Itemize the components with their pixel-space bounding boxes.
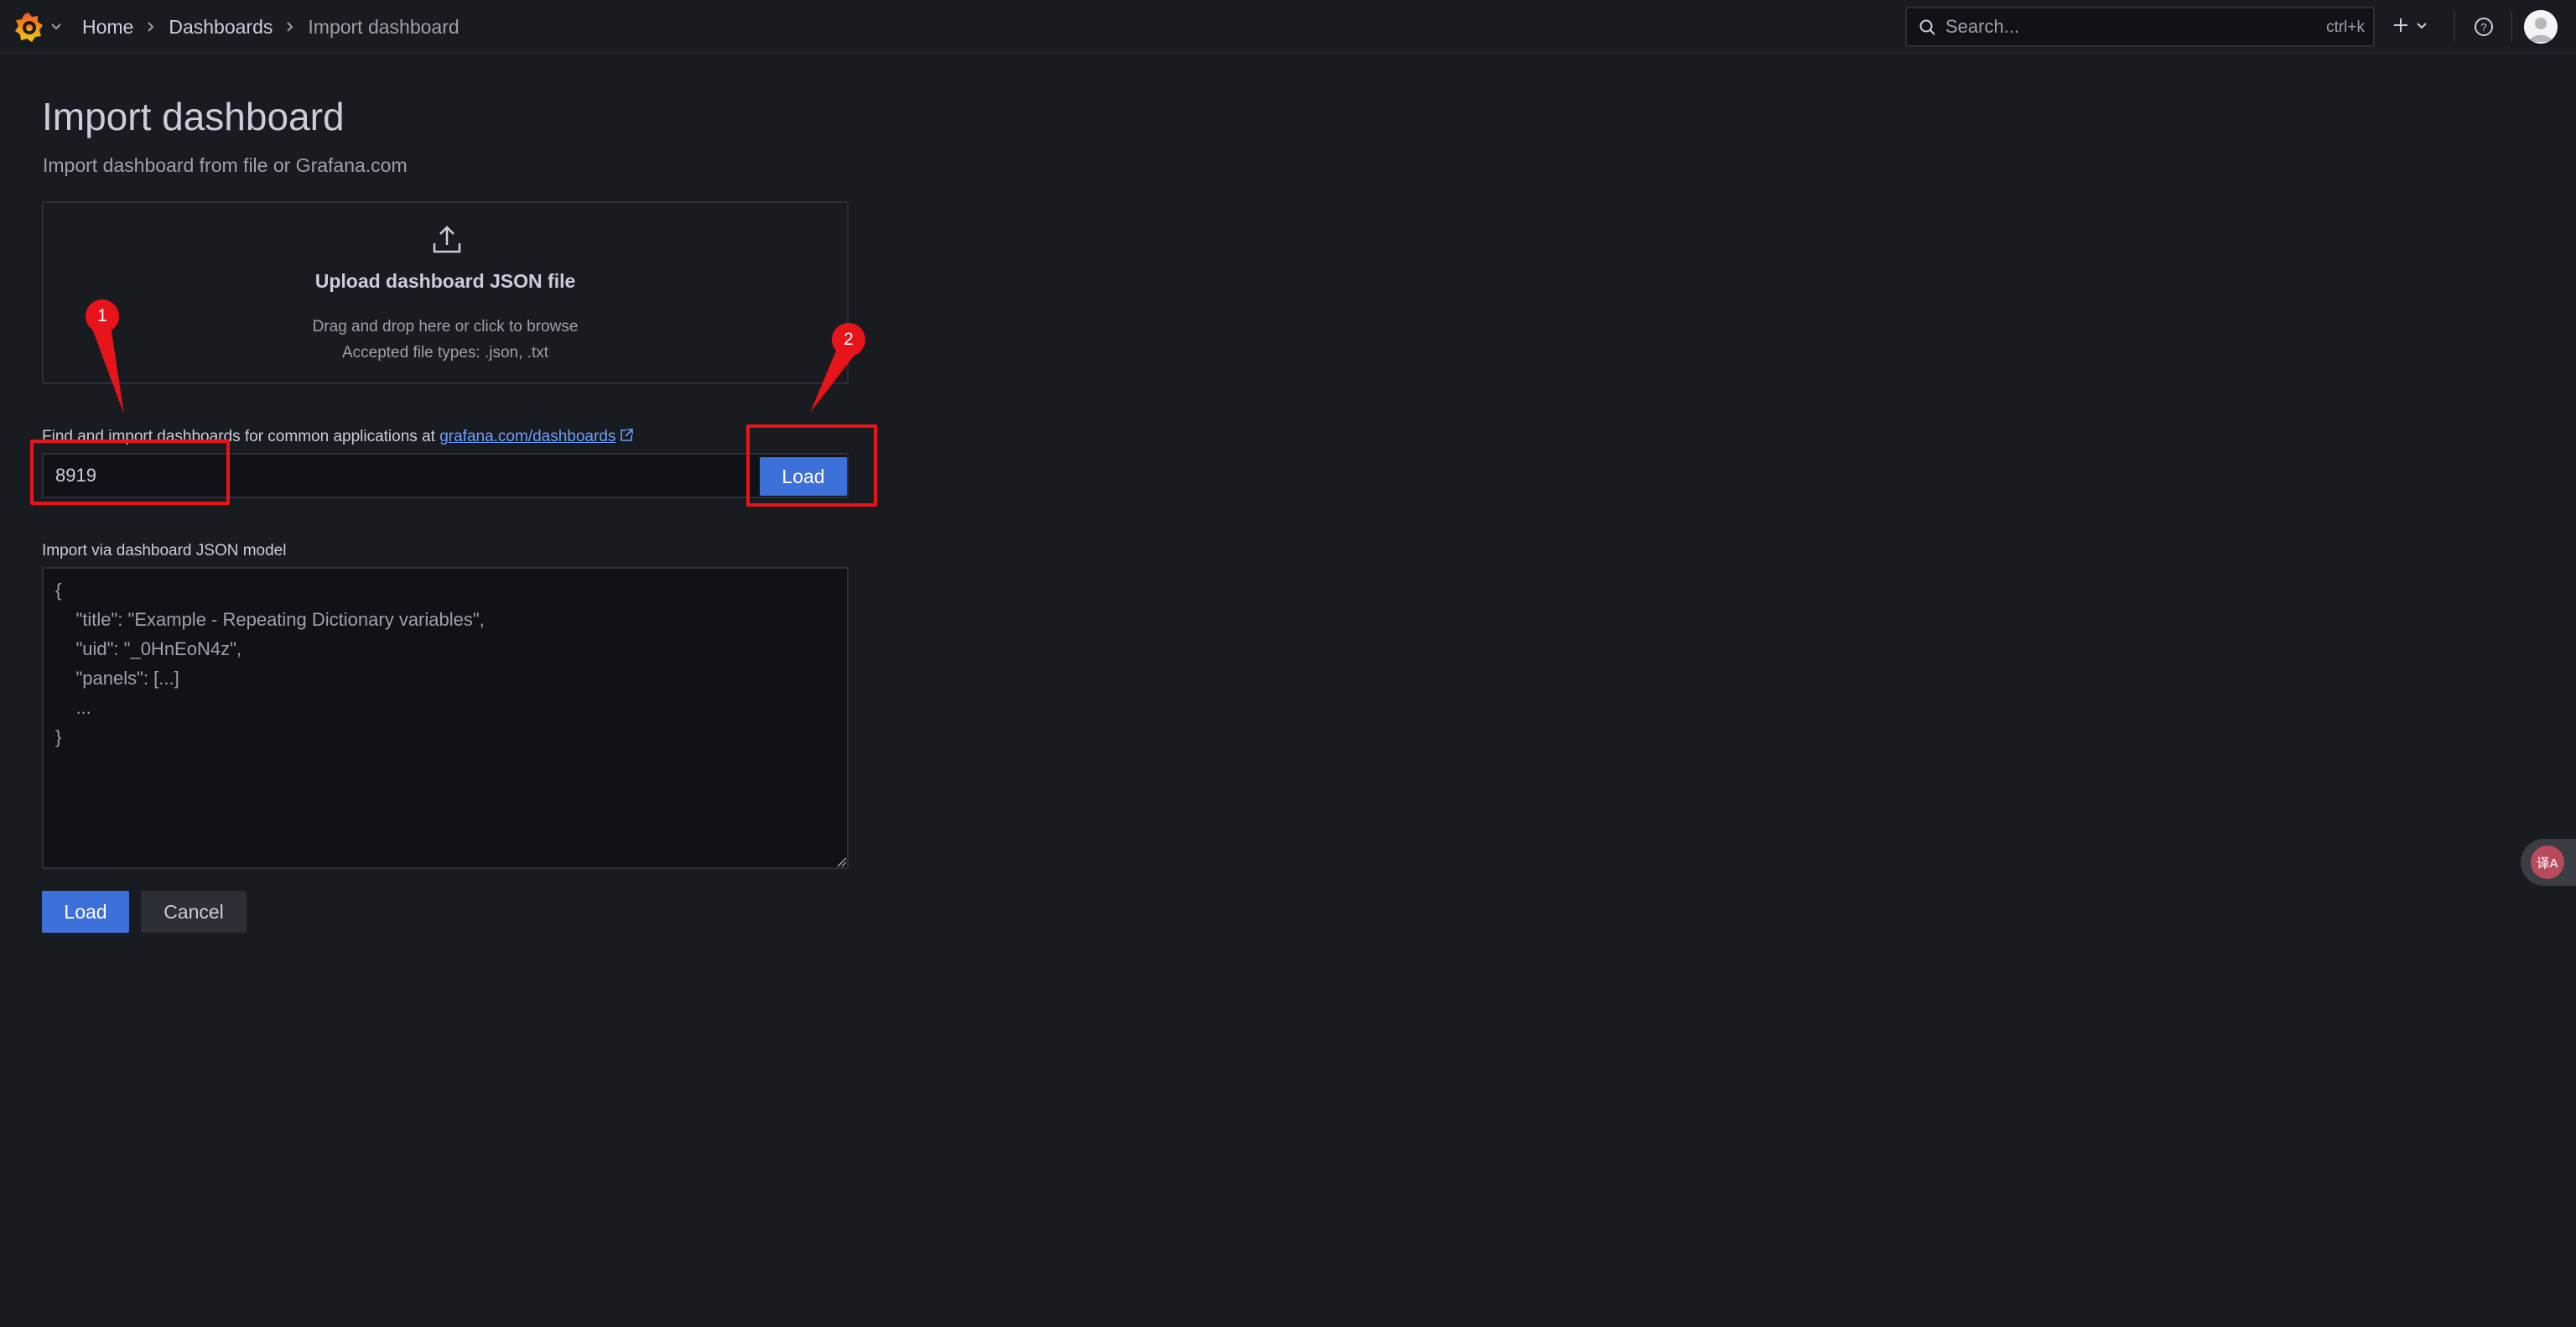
chevron-right-icon bbox=[284, 18, 296, 36]
chevron-down-icon bbox=[2415, 18, 2428, 36]
cancel-button[interactable]: Cancel bbox=[141, 891, 247, 933]
breadcrumb: Home Dashboards Import dashboard bbox=[82, 0, 460, 54]
upload-hint: Drag and drop here or click to browse Ac… bbox=[44, 314, 847, 366]
upload-title: Upload dashboard JSON file bbox=[314, 270, 576, 292]
load-json-button[interactable]: Load bbox=[42, 891, 129, 933]
annotation-box-1 bbox=[30, 440, 230, 505]
svg-text:?: ? bbox=[2480, 21, 2486, 34]
external-link-icon bbox=[619, 428, 634, 443]
annotation-number-2: 2 bbox=[844, 330, 854, 349]
search-input[interactable] bbox=[1944, 13, 2279, 40]
plus-icon bbox=[2392, 16, 2410, 39]
upload-icon bbox=[431, 225, 463, 255]
search-shortcut-hint: ctrl+k bbox=[2326, 18, 2365, 36]
breadcrumb-dashboards[interactable]: Dashboards bbox=[169, 16, 273, 39]
toolbar-divider bbox=[2454, 12, 2455, 42]
breadcrumb-current: Import dashboard bbox=[308, 15, 460, 38]
user-avatar[interactable] bbox=[2524, 10, 2558, 44]
toolbar-divider bbox=[2511, 12, 2512, 42]
annotation-box-2 bbox=[746, 424, 877, 507]
help-icon[interactable]: ? bbox=[2470, 13, 2497, 40]
translate-widget[interactable]: 译A bbox=[2521, 839, 2576, 886]
top-navbar: Home Dashboards Import dashboard ctrl+k … bbox=[0, 0, 2576, 54]
breadcrumb-home[interactable]: Home bbox=[82, 16, 133, 39]
json-model-textarea[interactable]: { "title": "Example - Repeating Dictiona… bbox=[42, 567, 849, 869]
page-title: Import dashboard bbox=[42, 95, 345, 138]
upload-hint-line: Drag and drop here or click to browse bbox=[312, 318, 579, 336]
chevron-down-icon[interactable] bbox=[49, 18, 64, 34]
grafana-logo-icon[interactable] bbox=[12, 10, 45, 44]
annotation-number-1: 1 bbox=[97, 306, 107, 325]
new-menu-button[interactable] bbox=[2392, 13, 2437, 40]
search-box[interactable]: ctrl+k bbox=[1905, 7, 2375, 47]
page-subtitle: Import dashboard from file or Grafana.co… bbox=[43, 154, 408, 176]
upload-dropzone[interactable]: Upload dashboard JSON file Drag and drop… bbox=[42, 201, 849, 384]
search-icon bbox=[1919, 18, 1937, 37]
translate-icon: 译A bbox=[2531, 846, 2564, 879]
json-model-label: Import via dashboard JSON model bbox=[42, 542, 287, 559]
resize-grip-icon[interactable] bbox=[835, 856, 847, 867]
chevron-right-icon bbox=[145, 18, 157, 36]
upload-accepted-types: Accepted file types: .json, .txt bbox=[341, 344, 549, 362]
grafana-com-dashboards-link[interactable]: grafana.com/dashboards bbox=[439, 428, 615, 445]
